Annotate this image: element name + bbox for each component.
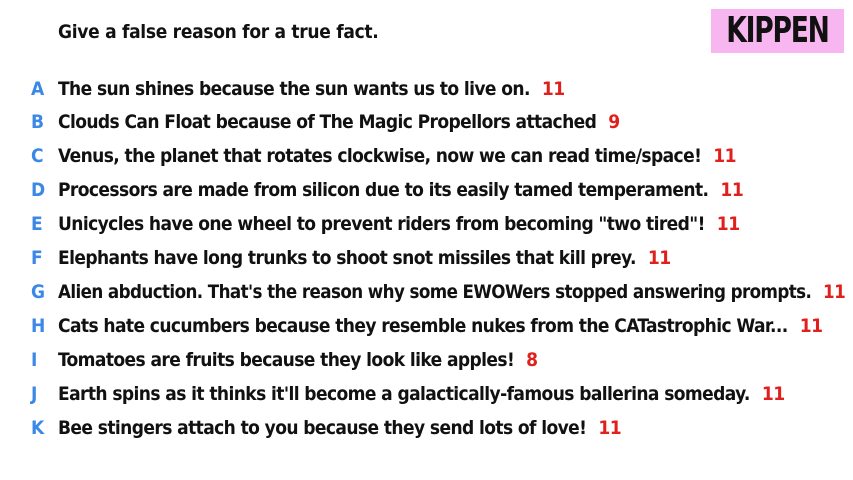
- answer-score: 11: [799, 315, 823, 337]
- answer-score: 9: [608, 111, 620, 133]
- answer-letter: B: [31, 111, 45, 133]
- answer-score: 11: [541, 78, 565, 100]
- answer-score: 11: [647, 247, 671, 269]
- answer-score: 11: [716, 213, 740, 235]
- answer-text: Clouds Can Float because of The Magic Pr…: [58, 111, 620, 133]
- answer-text-content: Earth spins as it thinks it'll become a …: [58, 383, 750, 405]
- answer-text-content: Bee stingers attach to you because they …: [58, 417, 587, 439]
- answer-row: C Venus, the planet that rotates clockwi…: [0, 141, 853, 171]
- answer-text-content: Venus, the planet that rotates clockwise…: [58, 145, 702, 167]
- answer-text: Processors are made from silicon due to …: [58, 179, 744, 201]
- answer-text-content: Alien abduction. That's the reason why s…: [58, 281, 812, 303]
- answer-text: Earth spins as it thinks it'll become a …: [58, 383, 785, 405]
- answer-score: 11: [713, 145, 737, 167]
- answer-row: I Tomatoes are fruits because they look …: [0, 345, 853, 375]
- answer-text: Venus, the planet that rotates clockwise…: [58, 145, 737, 167]
- answer-text: Cats hate cucumbers because they resembl…: [58, 315, 823, 337]
- answer-text: Unicycles have one wheel to prevent ride…: [58, 213, 740, 235]
- answer-letter: E: [31, 213, 43, 235]
- answer-score: 8: [526, 349, 538, 371]
- prompt-text: Give a false reason for a true fact.: [58, 21, 379, 43]
- answer-letter: D: [31, 179, 46, 201]
- answer-row: E Unicycles have one wheel to prevent ri…: [0, 209, 853, 239]
- answer-text-content: Unicycles have one wheel to prevent ride…: [58, 213, 705, 235]
- answer-text: Tomatoes are fruits because they look li…: [58, 349, 538, 371]
- answer-letter: G: [31, 281, 46, 303]
- answer-row: K Bee stingers attach to you because the…: [0, 413, 853, 443]
- answer-row: G Alien abduction. That's the reason why…: [0, 277, 853, 307]
- answer-text: Elephants have long trunks to shoot snot…: [58, 247, 671, 269]
- answer-letter: F: [31, 247, 43, 269]
- answer-score: 11: [598, 417, 622, 439]
- player-name: KIPPEN: [726, 10, 830, 51]
- answer-letter: A: [31, 78, 45, 100]
- answer-text-content: Cats hate cucumbers because they resembl…: [58, 315, 788, 337]
- answer-row: F Elephants have long trunks to shoot sn…: [0, 243, 853, 273]
- answer-row: H Cats hate cucumbers because they resem…: [0, 311, 853, 341]
- answer-text-content: Tomatoes are fruits because they look li…: [58, 349, 515, 371]
- answer-score: 11: [720, 179, 744, 201]
- answer-row: D Processors are made from silicon due t…: [0, 175, 853, 205]
- answer-row: J Earth spins as it thinks it'll become …: [0, 379, 853, 409]
- answer-letter: J: [31, 383, 38, 405]
- answer-letter: I: [31, 349, 38, 371]
- answer-text: The sun shines because the sun wants us …: [58, 78, 565, 100]
- answer-letter: C: [31, 145, 44, 167]
- answer-row: B Clouds Can Float because of The Magic …: [0, 107, 853, 137]
- player-name-badge: KIPPEN: [711, 9, 844, 53]
- answer-text-content: The sun shines because the sun wants us …: [58, 78, 530, 100]
- answer-letter: H: [31, 315, 46, 337]
- answer-letter: K: [31, 417, 45, 439]
- answer-row: A The sun shines because the sun wants u…: [0, 74, 853, 104]
- answer-score: 11: [823, 281, 846, 303]
- answer-text: Bee stingers attach to you because they …: [58, 417, 622, 439]
- answer-text-content: Elephants have long trunks to shoot snot…: [58, 247, 636, 269]
- answer-text: Alien abduction. That's the reason why s…: [58, 281, 846, 303]
- answer-text-content: Clouds Can Float because of The Magic Pr…: [58, 111, 597, 133]
- answer-text-content: Processors are made from silicon due to …: [58, 179, 709, 201]
- answer-score: 11: [761, 383, 785, 405]
